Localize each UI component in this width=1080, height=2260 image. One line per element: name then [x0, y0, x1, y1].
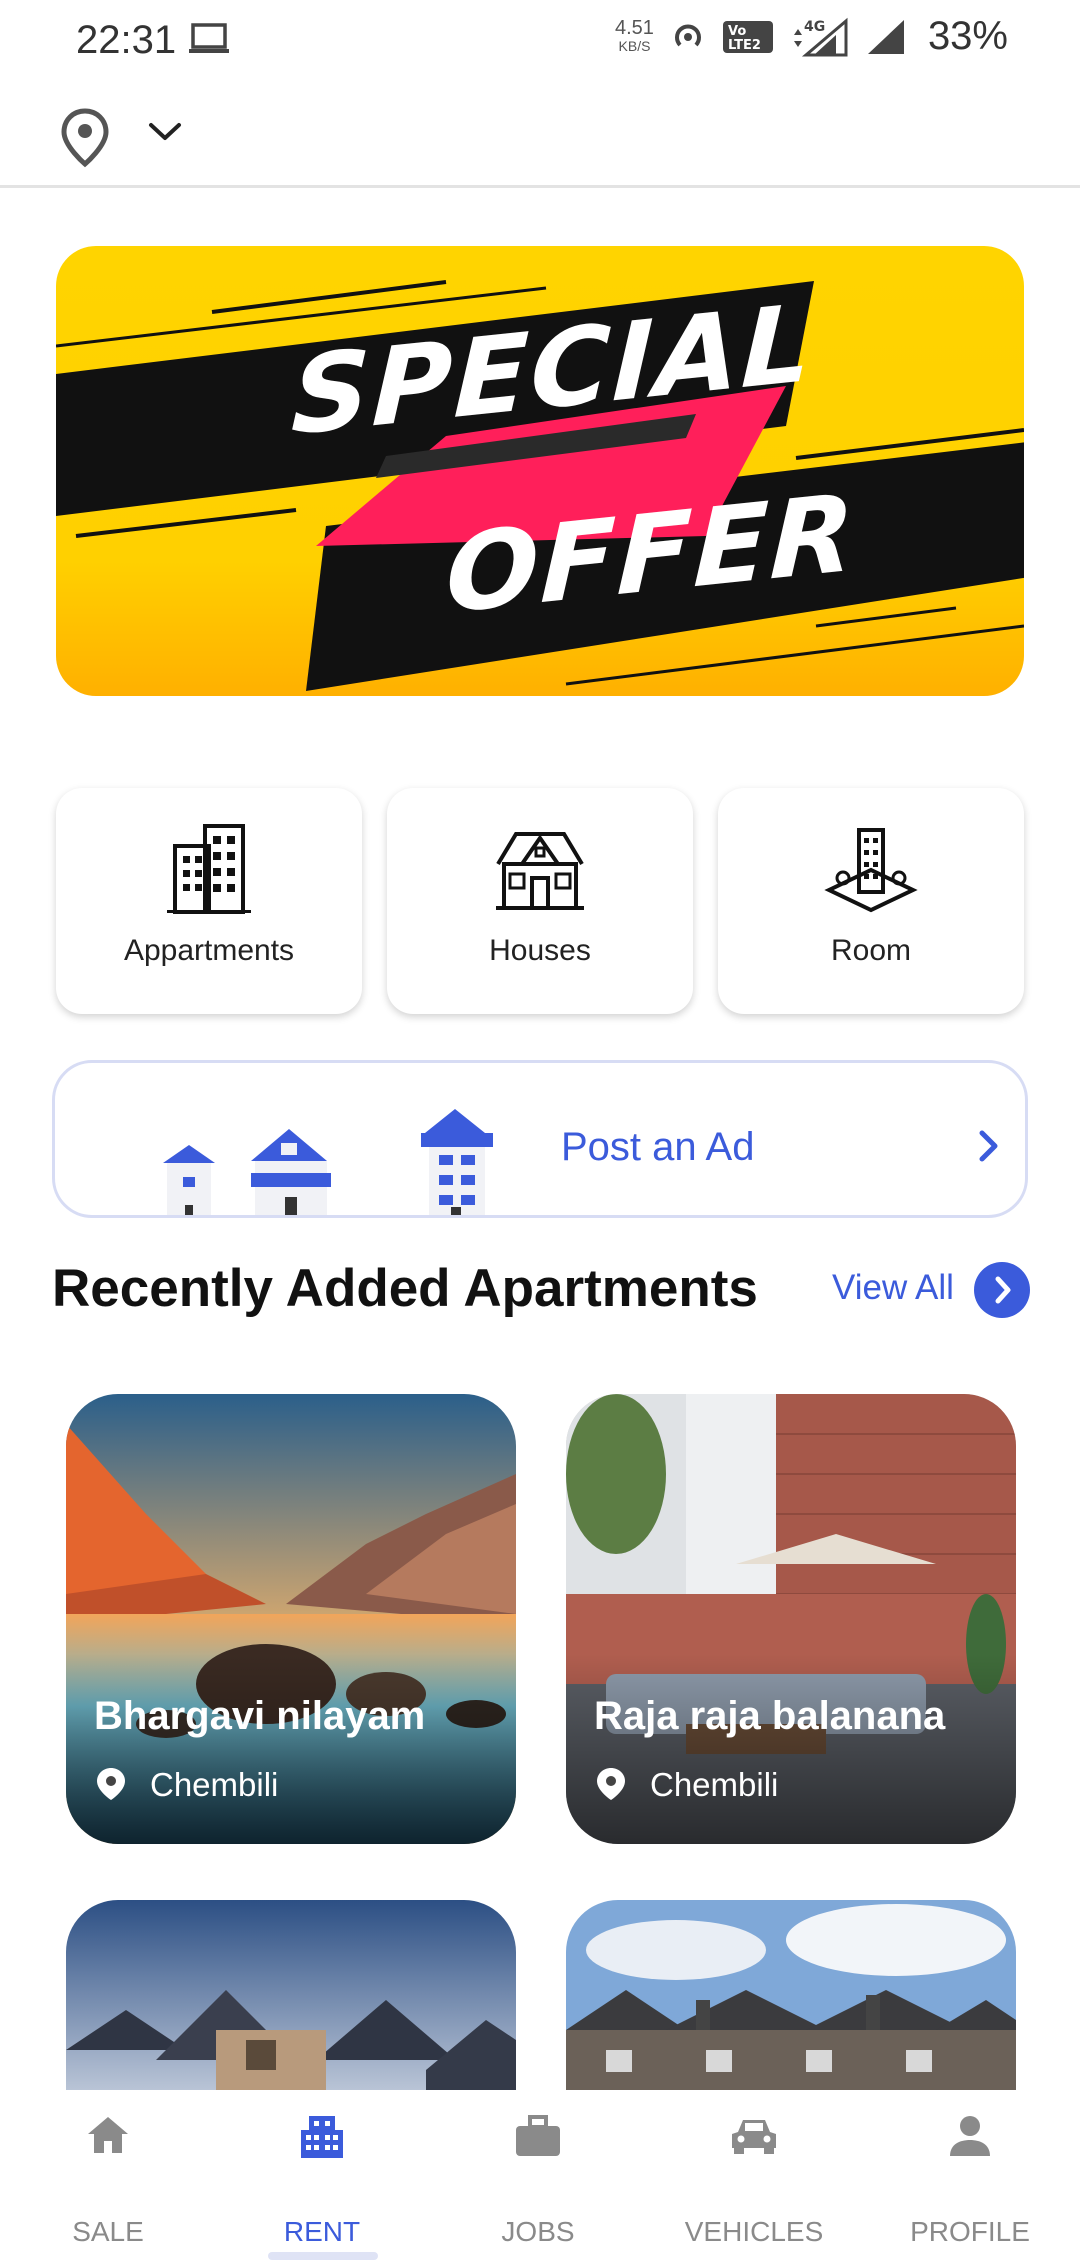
property-location: Chembili: [150, 1766, 279, 1803]
property-location: Chembili: [650, 1766, 779, 1803]
nav-profile[interactable]: PROFILE: [862, 2090, 1078, 2260]
property-card[interactable]: Raja raja balanana Chembili: [566, 1394, 1016, 1844]
nav-rent[interactable]: RENT: [214, 2090, 430, 2260]
card-shade: [66, 1654, 516, 1844]
location-pin-icon: [97, 1768, 125, 1800]
property-name: Raja raja balanana: [594, 1694, 946, 1738]
signal-4g-icon: 4G: [793, 17, 848, 56]
status-indicators: 4.51 KB/S Vo LTE2 4G 33%: [615, 14, 1008, 59]
nav-label: SALE: [72, 2216, 144, 2247]
laptop-icon: [189, 23, 229, 53]
car-icon: [732, 2120, 776, 2154]
svg-text:Vo: Vo: [728, 24, 746, 39]
svg-text:LTE2: LTE2: [728, 38, 761, 53]
property-card[interactable]: Bhargavi nilayam Chembili: [66, 1394, 516, 1844]
category-label: Room: [830, 934, 912, 967]
battery-percent: 33%: [927, 14, 1008, 58]
property-card[interactable]: [566, 1900, 1016, 2090]
home-icon: [88, 2117, 128, 2153]
location-pin-icon[interactable]: [60, 108, 110, 168]
special-offer-banner[interactable]: SPECIAL OFFER: [56, 246, 1024, 696]
top-bar: [0, 90, 1080, 188]
category-list: Appartments Houses Room: [56, 788, 1024, 1016]
nav-label: PROFILE: [910, 2216, 1030, 2247]
location-pin-icon: [597, 1768, 625, 1800]
houses-illustration: [163, 1109, 493, 1215]
property-card[interactable]: [66, 1900, 516, 2090]
status-bar: 22:31 4.51 KB/S Vo LTE2 4G 33%: [0, 0, 1080, 80]
nav-label: RENT: [283, 2216, 361, 2247]
nav-sale[interactable]: SALE: [0, 2090, 216, 2260]
property-name: Bhargavi nilayam: [94, 1694, 426, 1738]
category-label: Houses: [489, 934, 591, 967]
post-ad-label: Post an Ad: [561, 1125, 755, 1169]
signal-icon: [867, 19, 904, 54]
nav-label: VEHICLES: [684, 2216, 824, 2247]
house-icon: [496, 832, 584, 910]
hotspot-icon: [674, 24, 701, 46]
room-building-icon: [824, 828, 918, 913]
section-title: Recently Added Apartments: [52, 1259, 758, 1318]
volte-icon: Vo LTE2: [722, 20, 773, 53]
nav-vehicles[interactable]: VEHICLES: [646, 2090, 862, 2260]
chevron-down-icon[interactable]: [148, 120, 182, 144]
category-label: Appartments: [123, 934, 295, 967]
building-icon: [301, 2116, 343, 2158]
chevron-right-icon: [979, 1130, 998, 1162]
property-photo-mansion: [66, 1900, 516, 2090]
person-icon: [950, 2116, 990, 2156]
post-ad-button[interactable]: Post an Ad: [52, 1060, 1028, 1218]
view-all-link[interactable]: View All: [832, 1268, 954, 1308]
nav-jobs[interactable]: JOBS: [430, 2090, 646, 2260]
chevron-right-icon: [995, 1276, 1011, 1304]
nav-label: JOBS: [501, 2216, 575, 2247]
card-shade: [566, 1654, 1016, 1844]
network-speed: 4.51 KB/S: [615, 16, 654, 54]
svg-text:4G: 4G: [804, 19, 825, 35]
category-houses[interactable]: Houses: [387, 788, 693, 1014]
category-room[interactable]: Room: [718, 788, 1024, 1014]
status-time: 22:31: [76, 18, 177, 62]
view-all-button[interactable]: [974, 1262, 1030, 1318]
property-photo-stone-house: [566, 1900, 1016, 2090]
apartment-building-icon: [167, 824, 251, 914]
bottom-navigation: SALE RENT JOBS VEHICLES PROFILE: [0, 2090, 1080, 2260]
category-apartments[interactable]: Appartments: [56, 788, 362, 1014]
active-tab-indicator: [268, 2252, 378, 2260]
briefcase-icon: [516, 2115, 560, 2156]
